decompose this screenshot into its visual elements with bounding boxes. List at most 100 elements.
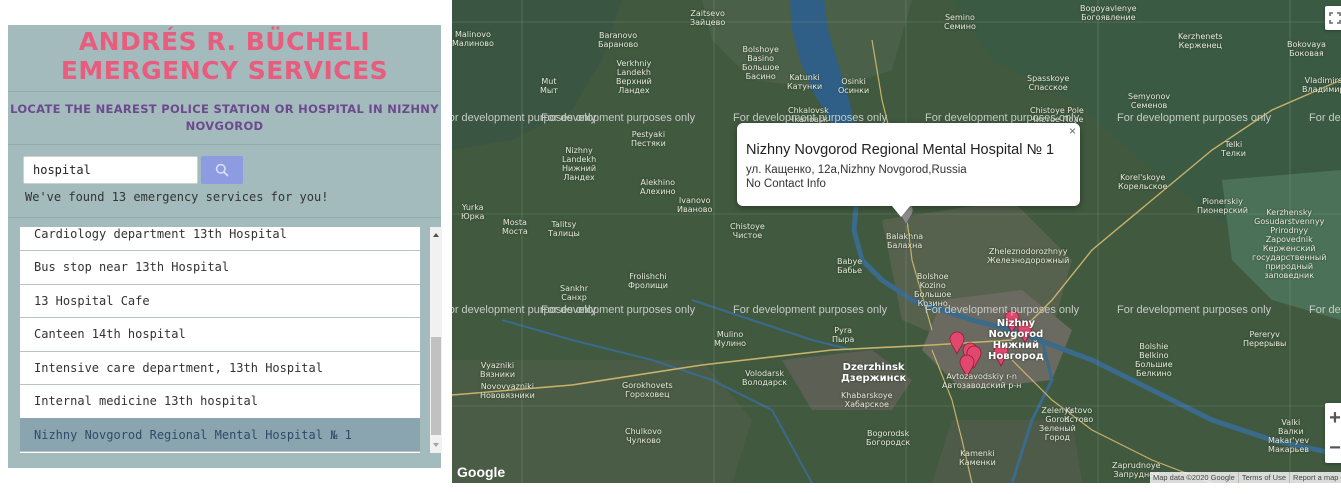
result-item[interactable]: Bus stop near 13th Hospital bbox=[20, 251, 420, 285]
app-title: ANDRÉS R. BÜCHELI EMERGENCY SERVICES bbox=[8, 27, 441, 85]
result-item[interactable]: Nizhny Novgorod Regional Mental Hospital… bbox=[20, 418, 420, 452]
place-label: Osinki Осинки bbox=[838, 77, 870, 95]
place-label: Bogorodsk Богородск bbox=[866, 429, 911, 447]
info-window[interactable]: Nizhny Novgorod Regional Mental Hospital… bbox=[737, 123, 1080, 217]
place-label: Mulino Мулино bbox=[714, 330, 747, 348]
subtitle-line-2: NOVGOROD bbox=[185, 119, 264, 133]
place-label: Bolshie Belkino Большие Белкино bbox=[1135, 342, 1173, 378]
place-label: Katunki Катунки bbox=[787, 73, 823, 91]
result-item[interactable]: Cardiology department 13th Hospital bbox=[20, 227, 420, 251]
dev-watermark: For development purposes only bbox=[541, 112, 696, 124]
place-label: Bogoyavlenye Богоявление bbox=[1080, 4, 1137, 22]
place-label: Kamenki Каменки bbox=[959, 449, 996, 467]
dev-watermark: For development purposes only bbox=[733, 304, 888, 316]
divider bbox=[8, 144, 441, 145]
place-label: Avtozavodskiy r-n Автозаводский р-н bbox=[942, 372, 1022, 390]
result-item[interactable]: Canteen 14th hospital bbox=[20, 318, 420, 352]
place-label: Chistoye Чистое bbox=[730, 222, 765, 240]
place-label: Makar'yev Макарьев bbox=[1268, 436, 1310, 454]
place-label: Babye Бабье bbox=[837, 257, 863, 275]
terms-link[interactable]: Terms of Use bbox=[1239, 472, 1291, 483]
place-label: Semino Семино bbox=[944, 13, 976, 31]
place-label: Pereryv Перерывы bbox=[1243, 330, 1287, 348]
place-label: Bokovaya Боковая bbox=[1287, 40, 1326, 58]
place-label: Chulkovo Чулково bbox=[625, 427, 662, 445]
report-error-link[interactable]: Report a map error bbox=[1290, 472, 1341, 483]
place-label: Korel'skoye Корельское bbox=[1118, 173, 1168, 191]
app-title-line-2: EMERGENCY SERVICES bbox=[60, 56, 389, 85]
place-label: Mosta Моста bbox=[502, 218, 528, 236]
place-label: Pestyaki Пестяки bbox=[631, 130, 666, 148]
result-item[interactable]: Intensive care department, 13th Hospital bbox=[20, 351, 420, 385]
google-logo: Google bbox=[457, 464, 506, 480]
place-label: Spasskoye Спасское bbox=[1027, 74, 1070, 92]
place-label: Novovyazniki Нововязники bbox=[480, 382, 535, 400]
place-label: Telki Телки bbox=[1221, 140, 1246, 158]
place-label: Volodarsk Володарск bbox=[742, 369, 788, 387]
place-label: Bolshoye Basino Большое Басино bbox=[742, 45, 780, 81]
place-label: Khabarskoye Хабарское bbox=[841, 391, 893, 409]
search-button[interactable] bbox=[201, 156, 243, 184]
place-label: Talitsy Талицы bbox=[548, 220, 580, 238]
map[interactable]: Malinovo Малиново Baranovo Бараново Zaitse… bbox=[452, 0, 1341, 483]
place-label: Zheleznodorozhnyy Железнодорожный bbox=[987, 247, 1070, 265]
info-title: Nizhny Novgorod Regional Mental Hospital… bbox=[746, 142, 1055, 158]
dev-watermark: For development purposes only bbox=[1117, 112, 1272, 124]
place-label: Vyazniki Вязники bbox=[480, 361, 516, 379]
info-contact: No Contact Info bbox=[746, 178, 826, 190]
scroll-up-arrow-icon[interactable] bbox=[430, 229, 442, 241]
info-address: ул. Кащенко, 12а,Nizhny Novgorod,Russia bbox=[746, 164, 967, 176]
place-label: Sankhr Санхр bbox=[560, 284, 589, 302]
scroll-down-arrow-icon[interactable] bbox=[430, 439, 442, 451]
dev-watermark: For development purposes only bbox=[1117, 304, 1272, 316]
result-item[interactable]: 13 Hospital Cafe bbox=[20, 284, 420, 318]
zoom-control: + − bbox=[1325, 403, 1341, 463]
results-scrollbar[interactable] bbox=[430, 227, 442, 453]
place-label: Vladimirskoye Владимирское bbox=[1302, 76, 1341, 94]
divider bbox=[8, 91, 441, 92]
search-input[interactable] bbox=[23, 156, 198, 184]
zoom-in-button[interactable]: + bbox=[1329, 403, 1341, 433]
place-label: Balakhna Балахна bbox=[886, 232, 924, 250]
place-label: Pionerskiy Пионерский bbox=[1197, 197, 1248, 215]
dev-watermark: For development purposes only bbox=[541, 304, 696, 316]
place-label: Pyra Пыра bbox=[832, 326, 855, 344]
app-title-line-1: ANDRÉS R. BÜCHELI bbox=[78, 27, 371, 56]
place-label: Alekhino Алехино bbox=[640, 178, 676, 196]
close-icon[interactable]: × bbox=[1069, 124, 1076, 138]
fullscreen-button[interactable] bbox=[1325, 6, 1341, 30]
place-label: Ivanovo Иваново bbox=[677, 196, 713, 214]
map-data-credit: Map data ©2020 Google bbox=[1150, 472, 1239, 483]
place-label: Verkhniy Landekh Верхний Ландех bbox=[616, 59, 652, 95]
place-label: Zaitsevo Зайцево bbox=[690, 9, 726, 27]
dev-watermark: For development purposes only bbox=[1309, 304, 1341, 316]
place-label: Nizhny Novgorod Нижний Новгород bbox=[988, 318, 1044, 362]
results-list[interactable]: Cardiology department 13th Hospital Bus s… bbox=[20, 227, 420, 453]
map-footer: Map data ©2020 Google Terms of Use Repor… bbox=[1150, 472, 1341, 483]
place-label: Kstovo Кстово bbox=[1064, 406, 1094, 424]
place-label: Valki Валки bbox=[1278, 418, 1304, 436]
page-subtitle: LOCATE THE NEAREST POLICE STATION OR HOS… bbox=[8, 101, 441, 135]
scroll-thumb[interactable] bbox=[431, 337, 441, 435]
result-count: We've found 13 emergency services for yo… bbox=[25, 190, 329, 204]
place-label: Nizhny Landekh Нижний Ландех bbox=[562, 146, 597, 182]
place-label: Kerzhensky Gosudarstvennyy Prirodnyy Zap… bbox=[1252, 208, 1327, 280]
place-label: Frolishchi Фролищи bbox=[628, 272, 668, 290]
place-label: Semyonov Семенов bbox=[1128, 92, 1171, 110]
place-label: Yurka Юрка bbox=[461, 203, 485, 221]
place-label: Gorokhovets Гороховец bbox=[622, 381, 673, 399]
place-label: Mut Мыт bbox=[540, 77, 558, 95]
place-label: Dzerzhinsk Дзержинск bbox=[841, 362, 907, 384]
divider bbox=[8, 217, 441, 218]
sidebar: ANDRÉS R. BÜCHELI EMERGENCY SERVICES LOC… bbox=[8, 25, 442, 468]
fullscreen-icon bbox=[1329, 12, 1341, 24]
zoom-out-button[interactable]: − bbox=[1329, 433, 1341, 463]
search-icon bbox=[215, 163, 229, 177]
place-label: Baranovo Бараново bbox=[598, 31, 639, 49]
dev-watermark: For development purposes only bbox=[925, 304, 1080, 316]
result-item[interactable]: Internal medicine 13th hospital bbox=[20, 385, 420, 419]
dev-watermark: For development purposes only bbox=[1309, 112, 1341, 124]
place-label: Malinovo Малиново bbox=[452, 30, 494, 48]
subtitle-line-1: LOCATE THE NEAREST POLICE STATION OR HOS… bbox=[10, 102, 439, 116]
place-label: Kerzhenets Керженец bbox=[1178, 32, 1223, 50]
